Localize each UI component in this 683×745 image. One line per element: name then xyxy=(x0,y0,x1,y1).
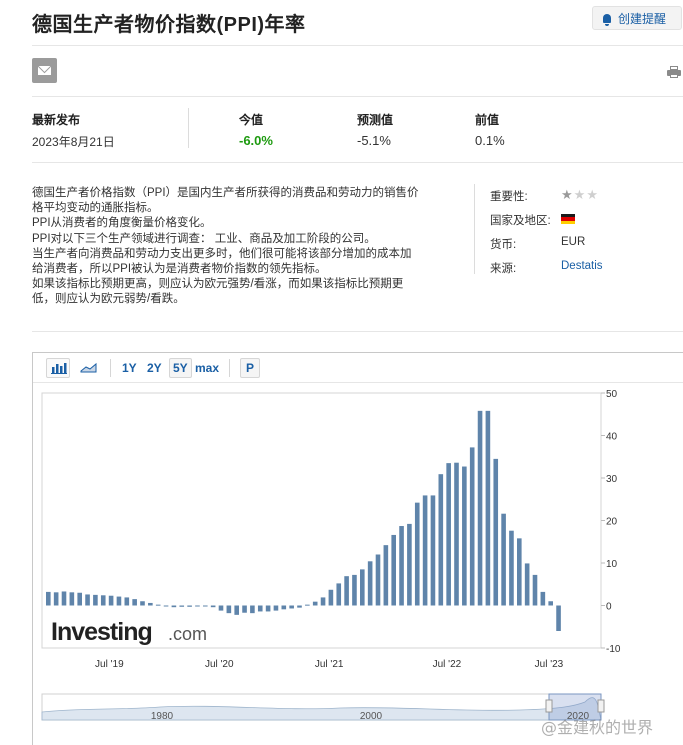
bar xyxy=(509,530,514,606)
bar xyxy=(532,574,538,606)
bar xyxy=(85,594,90,606)
bar xyxy=(265,605,271,612)
ppi-bar-chart: -10 0 10 20 30 40 50 Jul '19 Jul '20 Jul '21 Jul '… xyxy=(41,389,653,737)
bar xyxy=(281,605,287,610)
y-tick-label: 50 xyxy=(606,389,618,400)
bar xyxy=(344,576,349,606)
plot-frame xyxy=(41,392,602,649)
bar xyxy=(100,595,106,606)
bar xyxy=(517,538,522,606)
bar xyxy=(399,526,404,606)
bar xyxy=(540,591,546,606)
bar xyxy=(61,591,67,606)
bar xyxy=(46,591,51,606)
bar xyxy=(93,594,98,606)
bar xyxy=(548,601,553,606)
y-tick-label: 30 xyxy=(606,474,618,485)
bar xyxy=(305,604,310,606)
x-tick-label: Jul '22 xyxy=(433,659,462,670)
bar xyxy=(171,605,177,608)
y-tick-label: 10 xyxy=(606,559,618,570)
bar xyxy=(360,569,365,606)
y-tick-label: 20 xyxy=(606,517,618,528)
bar xyxy=(462,466,467,606)
bar xyxy=(454,462,459,606)
watermark: @金建秋的世界 xyxy=(541,718,653,737)
bar xyxy=(430,495,436,606)
bar xyxy=(179,605,185,607)
x-tick-label: Jul '19 xyxy=(95,659,124,670)
bar xyxy=(438,474,444,606)
bar xyxy=(493,458,499,606)
bar xyxy=(132,599,137,606)
bar xyxy=(242,605,247,613)
bar xyxy=(195,605,200,607)
bar xyxy=(477,410,483,606)
x-tick-label: Jul '20 xyxy=(205,659,234,670)
investing-logo: Investing xyxy=(51,618,152,646)
bar xyxy=(501,513,506,606)
bar xyxy=(140,601,145,606)
bar xyxy=(312,601,318,606)
bar xyxy=(250,605,255,614)
bar xyxy=(203,605,208,607)
bar xyxy=(234,605,239,615)
bar xyxy=(328,589,334,606)
bar xyxy=(446,463,451,606)
bar xyxy=(210,605,216,608)
bar xyxy=(116,596,122,606)
bar xyxy=(297,605,302,608)
bar xyxy=(336,583,342,606)
bar xyxy=(383,545,389,606)
bar xyxy=(422,495,428,606)
bar xyxy=(320,597,326,606)
x-tick-label: Jul '21 xyxy=(315,659,344,670)
y-tick-label: 0 xyxy=(606,602,612,613)
bar xyxy=(226,605,232,614)
bar xyxy=(187,605,192,607)
investing-logo-suffix: .com xyxy=(168,624,207,644)
bar xyxy=(367,561,373,606)
bar xyxy=(469,447,475,606)
bar xyxy=(391,534,396,606)
y-tick-label: -10 xyxy=(606,644,621,655)
bar xyxy=(524,563,530,606)
bar xyxy=(414,502,420,606)
bar xyxy=(155,604,161,606)
bar xyxy=(556,605,561,631)
bar xyxy=(124,597,130,606)
bar xyxy=(485,410,491,606)
bar xyxy=(53,592,59,606)
navigator-handle xyxy=(545,699,553,713)
bar xyxy=(352,574,357,606)
navigator-label: 1980 xyxy=(151,711,174,722)
bar xyxy=(69,592,75,606)
navigator-handle xyxy=(597,699,605,713)
bar xyxy=(273,605,279,611)
bar xyxy=(407,523,412,606)
x-tick-label: Jul '23 xyxy=(535,659,564,670)
bar xyxy=(289,605,294,609)
bar xyxy=(108,595,114,606)
bar xyxy=(163,605,169,607)
bar xyxy=(375,554,381,606)
bar xyxy=(218,605,224,611)
y-tick-label: 40 xyxy=(606,432,618,443)
navigator-label: 2000 xyxy=(360,711,383,722)
bar xyxy=(77,592,82,606)
bar xyxy=(148,602,153,606)
bar xyxy=(257,605,263,612)
